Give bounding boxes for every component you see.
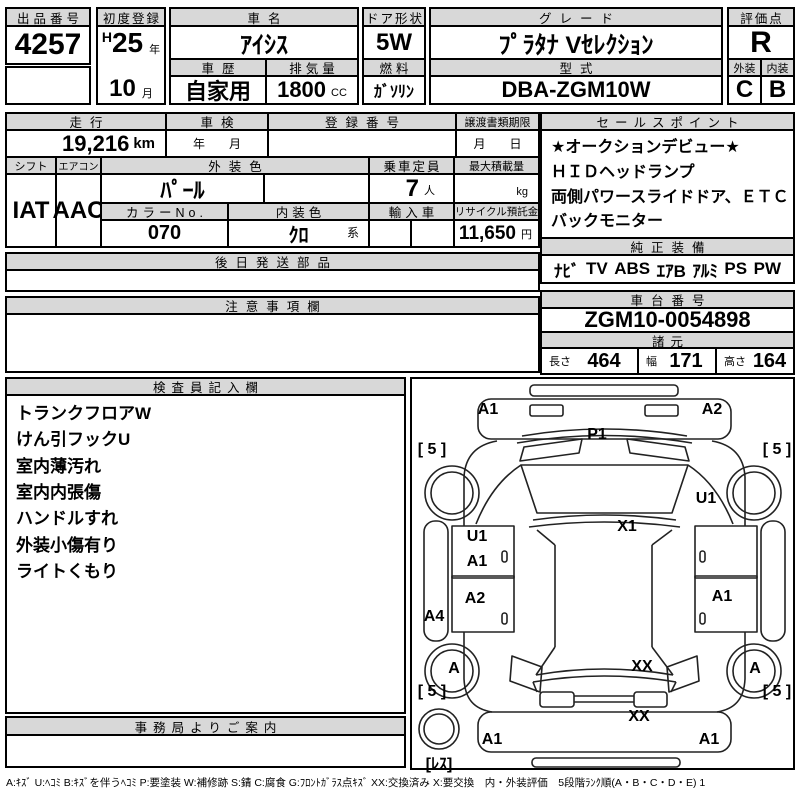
damage-code: A2	[701, 401, 723, 418]
inspector-note: けん引フックU	[16, 430, 131, 450]
era-mark: H	[101, 29, 112, 45]
import-value-cell-1	[368, 219, 412, 248]
equipment-value: ﾅﾋﾞ TV ABS ｴｱB ｱﾙﾐ PS PW	[540, 254, 795, 284]
damage-code: [ 5 ]	[762, 441, 792, 458]
office-header: 事務局よりご案内	[5, 716, 406, 736]
transfer-deadline-value: 月 日	[455, 129, 540, 158]
exterior-color-value: ﾊﾟｰﾙ	[100, 173, 265, 204]
registration-number-value	[267, 129, 457, 158]
first-registration-year: H 25 年	[101, 27, 161, 58]
first-registration-value: H 25 年 10 月	[96, 25, 166, 105]
first-registration-header: 初度登録	[96, 7, 166, 27]
displacement-value: 1800 CC	[265, 75, 359, 105]
sales-point: バックモニター	[551, 213, 664, 231]
score-header: 評価点	[727, 7, 795, 27]
damage-code: XX	[628, 708, 650, 725]
mileage-value: 19,216 km	[5, 129, 167, 158]
interior-color-suffix: 系	[346, 226, 359, 240]
exterior-grade-value: C	[727, 75, 762, 105]
damage-code: A1	[698, 731, 720, 748]
lot-number-header: 出品番号	[5, 7, 91, 27]
equipment-item: ｴｱB	[656, 261, 686, 281]
import-value-cell-2	[410, 219, 455, 248]
auction-sheet: 出品番号 4257 初度登録 H 25 年 10 月 車名 ｱｲｼｽ 車歴 自家…	[0, 0, 800, 800]
lot-number-value: 4257	[5, 25, 91, 65]
capacity-unit: 人	[424, 185, 435, 197]
equipment-item: PS	[724, 259, 748, 278]
door-shape-header: ドア形状	[362, 7, 426, 27]
sales-point: ＨＩＤヘッドランプ	[551, 163, 695, 181]
damage-code: A1	[481, 731, 503, 748]
lot-extra-box	[5, 66, 91, 105]
equipment-item: ﾅﾋﾞ	[554, 261, 580, 281]
inspector-note: 室内薄汚れ	[16, 456, 101, 476]
capacity-value: 7 人	[368, 173, 455, 204]
damage-code: [ 5 ]	[417, 683, 447, 700]
shift-value: IAT	[5, 173, 57, 248]
damage-code: A2	[464, 590, 486, 607]
payload-value: kg	[453, 173, 540, 204]
damage-diagram: A1 A2 P1 [ 5 ] [ 5 ] U1 X1 U1 A1 A2 A1 A4 A A XX [ 5 ] […	[410, 377, 795, 773]
damage-code: [ 5 ]	[417, 441, 447, 458]
damage-code: A1	[711, 588, 733, 605]
office-body	[5, 734, 406, 768]
sales-point: 両側パワースライドドア、ＥＴＣ	[551, 188, 789, 206]
damage-code: P1	[587, 426, 607, 443]
damage-code: U1	[695, 490, 717, 507]
equipment-item: TV	[586, 259, 608, 278]
fuel-value: ｶﾞｿﾘﾝ	[362, 75, 426, 105]
score-value: R	[727, 25, 795, 60]
interior-color-value: ｸﾛ 系	[227, 219, 370, 248]
first-registration-month: 10 月	[109, 75, 153, 102]
exterior-color-extra-cell	[263, 173, 370, 204]
damage-code: XX	[631, 658, 653, 675]
damage-code: [ﾚｽ]	[425, 756, 453, 773]
inspector-body: トランクフロアW けん引フックU 室内薄汚れ 室内内張傷 ハンドルすれ 外装小傷…	[5, 394, 406, 714]
damage-code: X1	[617, 518, 637, 535]
grade-value: ﾌﾟﾗﾀﾅ Vｾﾚｸｼｮﾝ	[429, 25, 723, 60]
spec-width: 幅 171	[637, 347, 717, 375]
model-code-value: DBA-ZGM10W	[429, 75, 723, 105]
interior-grade-value: B	[760, 75, 795, 105]
displacement-unit: CC	[331, 87, 347, 99]
damage-code: A	[448, 660, 460, 677]
inspector-note: 外装小傷有り	[16, 535, 118, 555]
recycle-fee-value: 11,650 円	[453, 219, 540, 248]
equipment-item: PW	[753, 259, 781, 278]
damage-code: U1	[466, 528, 488, 545]
damage-code: A	[749, 660, 761, 677]
mileage-unit: km	[133, 135, 155, 152]
equipment-item: ABS	[614, 259, 651, 278]
later-parts-value	[5, 269, 540, 292]
inspector-note: トランクフロアW	[16, 404, 152, 423]
sales-points-body: ★オークションデビュー★ ＨＩＤヘッドランプ 両側パワースライドドア、ＥＴＣ バ…	[540, 129, 795, 239]
inspection-value: 年 月	[165, 129, 269, 158]
inspector-note: 室内内張傷	[16, 483, 101, 503]
damage-code: [ 5 ]	[762, 683, 792, 700]
equipment-item: ｱﾙﾐ	[692, 261, 718, 281]
recycle-fee-unit: 円	[521, 229, 532, 241]
caution-value	[5, 313, 540, 373]
inspector-note: ライトくもり	[16, 562, 118, 582]
car-name-header: 車名	[169, 7, 359, 27]
history-value: 自家用	[169, 75, 267, 105]
spec-height: 高さ 164	[715, 347, 795, 375]
grade-header: グレード	[429, 7, 723, 27]
spec-length: 長さ 464	[540, 347, 639, 375]
ac-value: AAC	[53, 173, 105, 248]
damage-code: A4	[423, 608, 445, 625]
sales-point: ★オークションデビュー★	[551, 139, 740, 156]
door-shape-value: 5W	[362, 25, 426, 60]
damage-code: A1	[466, 553, 488, 570]
damage-code: A1	[477, 401, 499, 418]
legend-text: A:ｷｽﾞ U:ﾍｺﾐ B:ｷｽﾞを伴うﾍｺﾐ P:要塗装 W:補修跡 S:錆 …	[6, 777, 706, 789]
inspector-note: ハンドルすれ	[16, 509, 118, 529]
car-name-value: ｱｲｼｽ	[169, 25, 359, 60]
vin-value: ZGM10-0054898	[540, 307, 795, 333]
color-no-value: 070	[100, 219, 229, 248]
